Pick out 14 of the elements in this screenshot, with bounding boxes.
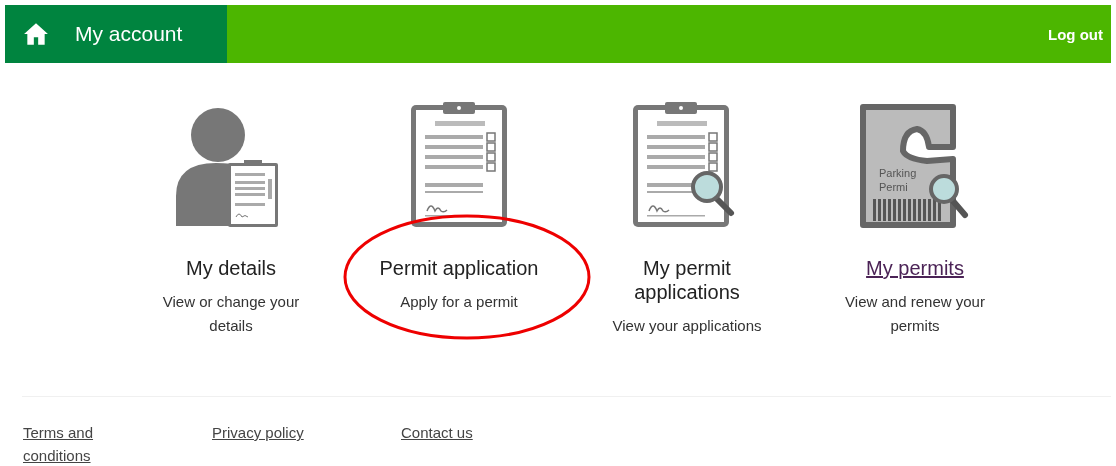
home-icon	[23, 21, 49, 47]
card-description: View your applications	[611, 316, 763, 336]
footer-link[interactable]: Privacy policy	[212, 421, 312, 466]
card-title-link[interactable]: My permits	[830, 256, 1000, 280]
page-title: My account	[75, 22, 183, 46]
card-title-link[interactable]: Permit application	[374, 256, 544, 280]
card-description: View and renew your permits	[844, 292, 986, 336]
footer-link[interactable]: Contact us	[401, 421, 501, 466]
card-description: Apply for a permit	[399, 292, 519, 312]
card-title-link[interactable]: My permit applications	[602, 256, 772, 304]
footer-link[interactable]: Terms and conditions	[23, 421, 123, 466]
home-tab[interactable]: My account	[5, 5, 227, 63]
card-description: View or change your details	[161, 292, 301, 336]
card-title-link[interactable]: My details	[146, 256, 316, 280]
